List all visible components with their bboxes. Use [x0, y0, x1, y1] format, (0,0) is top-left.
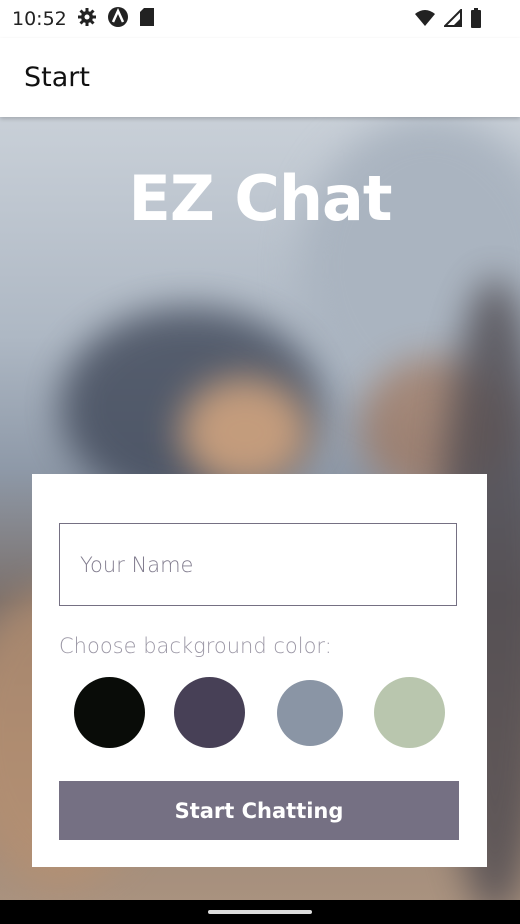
app-title: EZ Chat [128, 162, 392, 235]
app-bar-title: Start [24, 62, 90, 93]
color-swatch-dark-purple[interactable] [174, 677, 245, 748]
status-time: 10:52 [12, 8, 67, 30]
color-swatch-black[interactable] [74, 677, 145, 748]
navigation-bar [0, 900, 520, 924]
color-choice-label: Choose background color: [59, 634, 332, 658]
signal-icon [442, 7, 462, 32]
status-bar: 10:52 [0, 0, 520, 38]
wifi-icon [414, 9, 436, 32]
sd-card-icon [139, 7, 155, 32]
name-input[interactable] [59, 523, 457, 606]
color-swatch-sage[interactable] [374, 677, 445, 748]
color-swatch-slate[interactable] [277, 680, 343, 746]
start-form-card: Choose background color: Start Chatting [32, 474, 487, 867]
battery-icon [470, 8, 482, 33]
home-indicator[interactable] [208, 910, 312, 914]
app-bar: Start [0, 38, 520, 117]
a-circle-icon [107, 6, 129, 33]
gear-icon [77, 7, 97, 32]
start-chatting-button[interactable]: Start Chatting [59, 781, 459, 840]
background-photo-shape [180, 377, 310, 487]
